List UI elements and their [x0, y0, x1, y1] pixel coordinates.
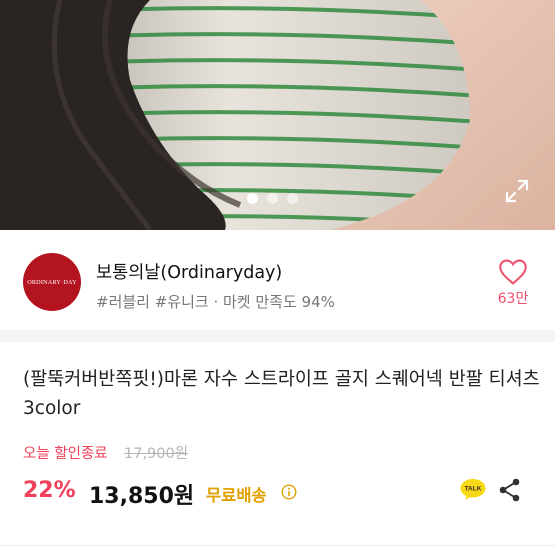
- carousel-indicator: [247, 193, 298, 204]
- section-divider: [0, 330, 555, 342]
- seller-logo-text: ORDINARY·DAY: [27, 278, 77, 286]
- original-price: 17,900원: [124, 446, 189, 462]
- bottom-divider: [0, 545, 555, 546]
- free-shipping-label: 무료배송: [206, 486, 267, 505]
- expand-icon[interactable]: [504, 178, 530, 204]
- discount-rate: 22%: [23, 478, 76, 503]
- seller-logo[interactable]: ORDINARY·DAY: [23, 253, 81, 311]
- product-image-carousel[interactable]: [0, 0, 555, 230]
- share-icon[interactable]: [497, 477, 523, 503]
- seller-tags: #러블리 #유니크 · 마켓 만족도 94%: [96, 293, 335, 311]
- like-count: 63만: [497, 291, 529, 307]
- today-sale-label: 오늘 할인종료: [23, 446, 108, 462]
- seller-section: [0, 230, 555, 342]
- carousel-dot-2[interactable]: [267, 193, 278, 204]
- kakao-talk-icon[interactable]: TALK: [459, 477, 487, 501]
- carousel-dot-3[interactable]: [287, 193, 298, 204]
- svg-text:TALK: TALK: [465, 486, 482, 493]
- carousel-dot-1[interactable]: [247, 193, 258, 204]
- info-icon[interactable]: [281, 484, 297, 500]
- heart-icon[interactable]: [495, 258, 531, 286]
- sale-price: 13,850원: [89, 484, 195, 509]
- product-title: (팔뚝커버반쪽핏!)마론 자수 스트라이프 골지 스퀘어넥 반팔 티셔츠 3co…: [23, 369, 540, 419]
- seller-name[interactable]: 보통의날(Ordinaryday): [96, 259, 282, 284]
